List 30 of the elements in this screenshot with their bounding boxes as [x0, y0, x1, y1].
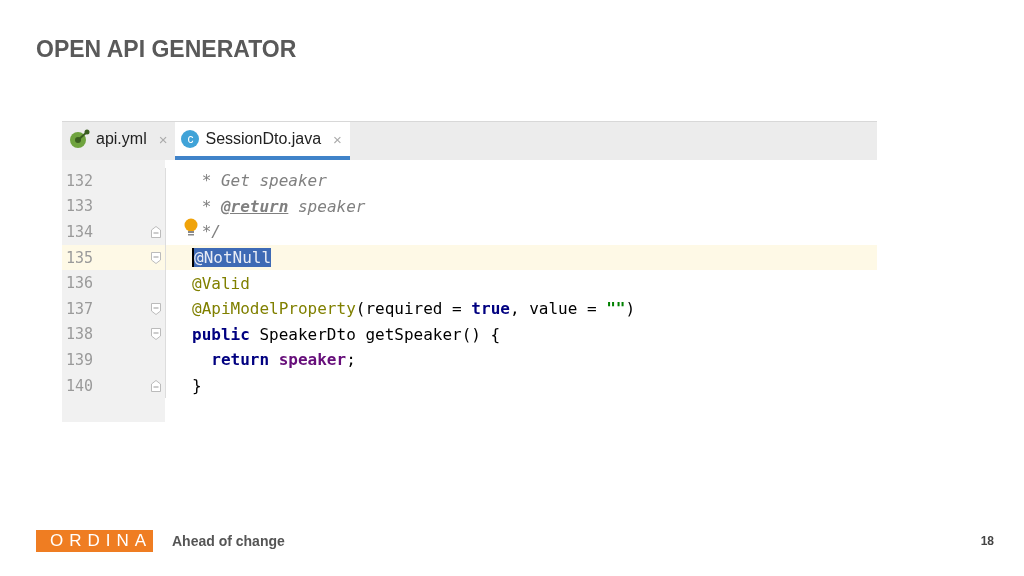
line-number: 136 [65, 274, 95, 293]
code-line: public SpeakerDto getSpeaker() { [191, 324, 501, 344]
lightbulb-icon[interactable] [184, 218, 198, 239]
fold-icon [151, 251, 161, 264]
line-number: 135 [65, 248, 95, 267]
class-icon: c [181, 130, 200, 148]
line-number: 138 [65, 325, 95, 344]
editor-tab[interactable]: c SessionDto.java × [175, 122, 350, 160]
code-line: } [191, 376, 202, 396]
code-line: * Get speaker [200, 171, 327, 191]
line-number: 137 [65, 299, 95, 318]
line-number: 134 [65, 223, 95, 241]
code-line: */ [166, 222, 221, 242]
editor-tab[interactable]: api.yml × [62, 122, 176, 160]
fold-icon [151, 328, 161, 341]
fold-icon [151, 226, 161, 238]
fold-icon [151, 302, 161, 315]
fold-icon [151, 379, 161, 392]
code-line: @Valid [191, 273, 250, 293]
line-number: 132 [65, 171, 95, 190]
page-number: 18 [980, 534, 994, 548]
code-line: @ApiModelProperty(required = true, value = "") [191, 299, 636, 319]
code-line: return speaker; [210, 350, 356, 370]
line-number: 140 [65, 376, 95, 395]
company-logo: ORDINA [36, 530, 153, 552]
line-number: 133 [65, 197, 95, 216]
code-line: * @return speaker [200, 196, 366, 216]
slide-title: OPEN API GENERATOR [36, 36, 297, 63]
line-number: 139 [65, 350, 95, 369]
tagline: Ahead of change [172, 533, 285, 549]
